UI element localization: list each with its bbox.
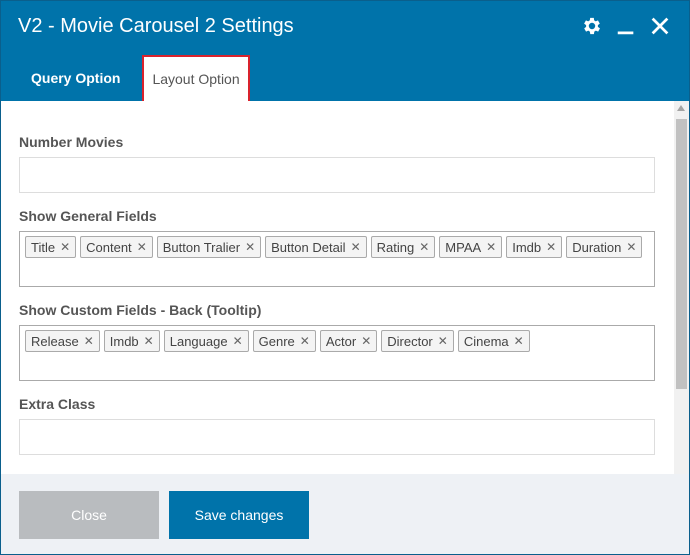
custom-fields-label: Show Custom Fields - Back (Tooltip) xyxy=(19,302,262,318)
tag-duration: Duration ✕ xyxy=(566,236,643,258)
custom-fields-select[interactable]: Release ✕ Imdb ✕ Language ✕ Genre ✕ Actor ✕ D… xyxy=(19,325,655,381)
tag-title: Title ✕ xyxy=(25,236,77,258)
remove-tag-icon[interactable]: ✕ xyxy=(419,241,429,253)
scrollbar-thumb[interactable] xyxy=(676,119,687,389)
tag-imdb: Imdb ✕ xyxy=(103,330,160,352)
tag-button-tralier: Button Tralier ✕ xyxy=(156,236,262,258)
tag-cinema: Cinema ✕ xyxy=(457,330,530,352)
tag-rating: Rating ✕ xyxy=(370,236,436,258)
close-icon[interactable] xyxy=(649,15,671,37)
dialog-footer: Close Save changes xyxy=(1,474,689,554)
remove-tag-icon[interactable]: ✕ xyxy=(361,335,371,347)
remove-tag-icon[interactable]: ✕ xyxy=(546,241,556,253)
tag-content: Content ✕ xyxy=(80,236,153,258)
window-controls xyxy=(581,13,671,39)
number-movies-input[interactable] xyxy=(19,157,655,193)
tag-imdb: Imdb ✕ xyxy=(506,236,563,258)
remove-tag-icon[interactable]: ✕ xyxy=(486,241,496,253)
tag-genre: Genre ✕ xyxy=(252,330,316,352)
tab-layout-option[interactable]: Layout Option xyxy=(142,55,250,101)
remove-tag-icon[interactable]: ✕ xyxy=(84,335,94,347)
extra-class-label: Extra Class xyxy=(19,396,96,412)
dialog-header: V2 - Movie Carousel 2 Settings Query Opt… xyxy=(1,1,689,101)
remove-tag-icon[interactable]: ✕ xyxy=(245,241,255,253)
remove-tag-icon[interactable]: ✕ xyxy=(351,241,361,253)
tag-release: Release ✕ xyxy=(25,330,100,352)
dialog-title: V2 - Movie Carousel 2 Settings xyxy=(18,15,294,37)
remove-tag-icon[interactable]: ✕ xyxy=(233,335,243,347)
minimize-icon[interactable] xyxy=(615,15,637,37)
scroll-up-arrow-icon[interactable] xyxy=(677,105,685,111)
remove-tag-icon[interactable]: ✕ xyxy=(626,241,636,253)
remove-tag-icon[interactable]: ✕ xyxy=(438,335,448,347)
save-changes-button[interactable]: Save changes xyxy=(169,491,309,539)
extra-class-input[interactable] xyxy=(19,419,655,455)
remove-tag-icon[interactable]: ✕ xyxy=(60,241,70,253)
general-fields-label: Show General Fields xyxy=(19,208,157,224)
remove-tag-icon[interactable]: ✕ xyxy=(144,335,154,347)
tag-director: Director ✕ xyxy=(381,330,454,352)
tag-button-detail: Button Detail ✕ xyxy=(265,236,367,258)
tab-query-option[interactable]: Query Option xyxy=(15,55,136,101)
gear-icon[interactable] xyxy=(581,15,603,37)
close-button[interactable]: Close xyxy=(19,491,159,539)
general-fields-select[interactable]: Title ✕ Content ✕ Button Tralier ✕ Button D… xyxy=(19,231,655,287)
dialog-body: Number Movies Show General Fields Title ✕… xyxy=(1,101,689,474)
remove-tag-icon[interactable]: ✕ xyxy=(300,335,310,347)
scrollbar[interactable] xyxy=(674,101,689,474)
tag-mpaa: MPAA ✕ xyxy=(439,236,503,258)
number-movies-label: Number Movies xyxy=(19,134,124,150)
tag-language: Language ✕ xyxy=(163,330,249,352)
tab-bar: Query Option Layout Option xyxy=(15,55,250,101)
remove-tag-icon[interactable]: ✕ xyxy=(137,241,147,253)
remove-tag-icon[interactable]: ✕ xyxy=(514,335,524,347)
tag-actor: Actor ✕ xyxy=(319,330,378,352)
settings-dialog: V2 - Movie Carousel 2 Settings Query Opt… xyxy=(0,0,690,555)
